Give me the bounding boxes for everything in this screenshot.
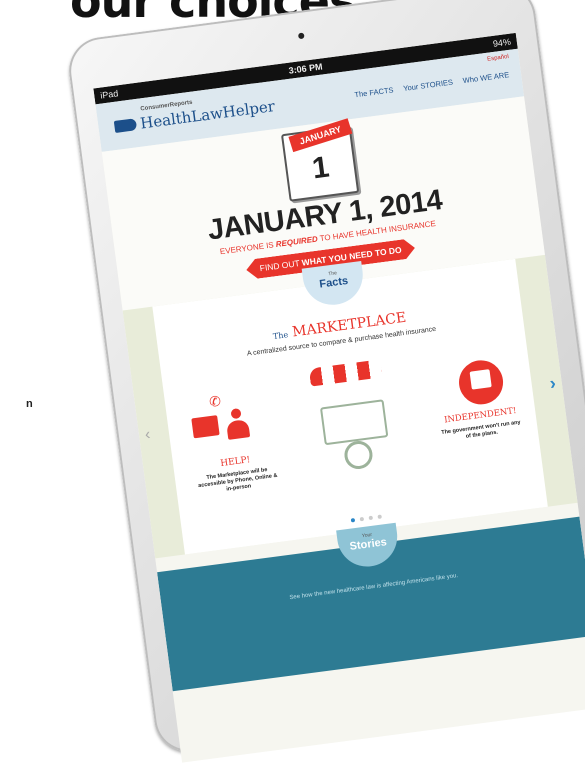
brand-name: HealthLawHelper xyxy=(139,97,276,133)
battery-indicator: 94% xyxy=(492,36,512,49)
carousel-dot[interactable] xyxy=(359,516,365,522)
person-icon xyxy=(224,407,251,440)
phone-icon: ✆ xyxy=(208,392,222,410)
clock: 3:06 PM xyxy=(288,61,324,76)
nav-item-facts[interactable]: The FACTS xyxy=(354,85,394,99)
stories-tab: Your Stories xyxy=(336,522,401,571)
facts-section: The Facts The MARKETPLACE A centralized … xyxy=(122,254,578,559)
carousel-prev-icon[interactable]: ‹ xyxy=(144,426,152,445)
ipad-device: iPad 3:06 PM 94% ConsumerReports HealthL… xyxy=(65,0,585,763)
ipad-screen: iPad 3:06 PM 94% ConsumerReports HealthL… xyxy=(93,32,585,763)
carousel-dot[interactable] xyxy=(377,514,382,519)
carousel-dot[interactable] xyxy=(368,515,374,521)
nav-item-stories[interactable]: Your STORIES xyxy=(403,78,454,93)
carousel-dot[interactable] xyxy=(350,518,356,523)
help-illustration: ✆ xyxy=(188,388,265,457)
language-link[interactable]: Español xyxy=(487,54,509,63)
facts-tab: The Facts xyxy=(301,260,367,309)
device-label: iPad xyxy=(99,88,119,101)
computer-icon xyxy=(191,415,220,439)
carousel-dots[interactable] xyxy=(350,514,382,523)
uncle-sam-hat-icon xyxy=(456,357,506,408)
carousel-next-icon[interactable]: › xyxy=(548,373,557,395)
main-nav: The FACTS Your STORIES Who WE ARE xyxy=(354,70,510,99)
logo-arrow-icon xyxy=(113,118,138,133)
site-logo[interactable]: HealthLawHelper xyxy=(113,97,276,136)
calendar-day: 1 xyxy=(310,150,332,186)
market-cart-icon xyxy=(305,359,399,479)
nav-item-about[interactable]: Who WE ARE xyxy=(462,70,509,85)
side-text-fragment: n xyxy=(26,398,33,410)
calendar-icon: JANUARY 1 xyxy=(280,118,360,202)
facts-carousel: The Facts The MARKETPLACE A centralized … xyxy=(144,258,557,555)
